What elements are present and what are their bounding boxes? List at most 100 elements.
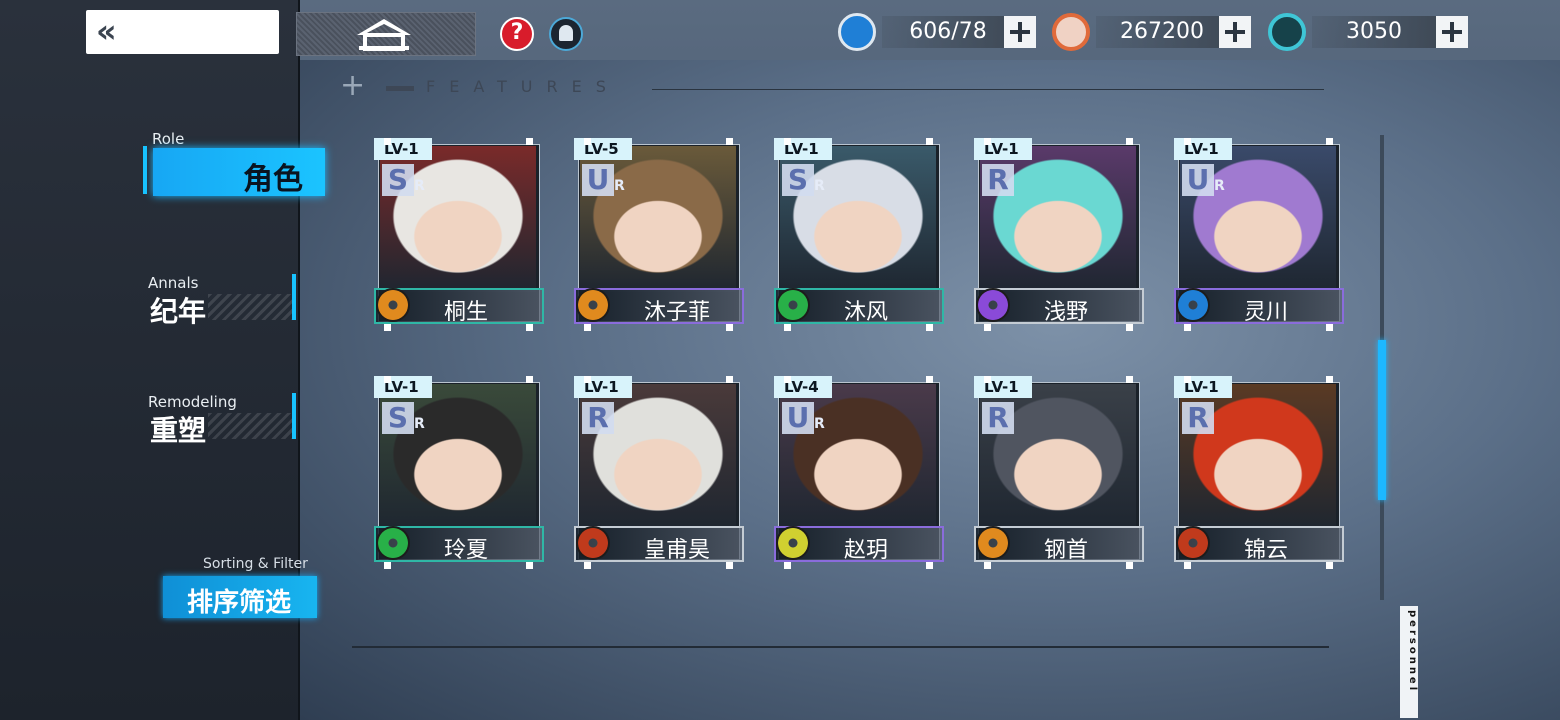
card-corner xyxy=(1326,562,1333,569)
level-badge: LV-5 xyxy=(574,138,632,160)
rarity-badge: U xyxy=(1182,164,1214,196)
character-card[interactable]: LV-4 U R 赵玥 xyxy=(774,376,944,569)
character-name: 玲夏 xyxy=(444,538,489,563)
card-corner xyxy=(726,376,733,383)
level-badge: LV-1 xyxy=(1174,138,1232,160)
sort-filter-label: Sorting & Filter xyxy=(203,556,308,572)
add-coin-button[interactable] xyxy=(1219,16,1251,48)
character-name: 沐风 xyxy=(844,300,889,325)
lightning-icon xyxy=(976,526,1010,560)
level-badge: LV-1 xyxy=(1174,376,1232,398)
card-corner xyxy=(584,324,591,331)
notification-bell-icon[interactable] xyxy=(549,17,583,51)
card-corner xyxy=(584,138,591,145)
level-badge: LV-1 xyxy=(974,376,1032,398)
character-name: 灵川 xyxy=(1244,300,1289,325)
level-badge: LV-1 xyxy=(574,376,632,398)
character-card[interactable]: LV-1 U R 灵川 xyxy=(1174,138,1344,331)
fire-icon xyxy=(1176,526,1210,560)
card-corner xyxy=(1126,562,1133,569)
nav-tab-role[interactable]: Role 角色 xyxy=(143,128,343,208)
card-corner xyxy=(1126,324,1133,331)
card-corner xyxy=(984,138,991,145)
card-corner xyxy=(1184,376,1191,383)
rarity-suffix: R xyxy=(1214,178,1225,194)
nav-tab-role-en: Role xyxy=(152,130,185,148)
rarity-suffix: R xyxy=(414,178,425,194)
stamina-value: 606/78 xyxy=(882,16,1014,48)
card-corner xyxy=(984,324,991,331)
card-corner xyxy=(1326,138,1333,145)
level-badge: LV-1 xyxy=(774,138,832,160)
rarity-badge: S xyxy=(382,164,414,196)
card-corner xyxy=(1126,376,1133,383)
tab-indicator xyxy=(292,274,296,320)
nav-tab-remodeling-cn: 重塑 xyxy=(150,414,207,447)
stamina-plus-icon xyxy=(838,13,876,51)
home-button[interactable] xyxy=(296,12,476,56)
rarity-badge: U xyxy=(782,402,814,434)
character-card[interactable]: LV-1 S R 沐风 xyxy=(774,138,944,331)
crosshair-icon: + xyxy=(340,68,366,103)
lightning-icon xyxy=(576,288,610,322)
nav-tab-annals[interactable]: Annals 纪年 xyxy=(148,274,298,334)
crystal-value: 3050 xyxy=(1312,16,1436,48)
character-name: 沐子菲 xyxy=(644,300,711,325)
features-title: FEATURES xyxy=(426,77,620,96)
card-corner xyxy=(1184,138,1191,145)
card-corner xyxy=(926,562,933,569)
tab-hatch xyxy=(208,294,292,320)
scrollbar[interactable] xyxy=(1378,135,1386,600)
rarity-badge: S xyxy=(782,164,814,196)
rarity-badge: R xyxy=(582,402,614,434)
character-name: 桐生 xyxy=(444,300,489,325)
top-bar: « ? 606/78 267200 3050 xyxy=(0,0,1560,62)
character-name: 锦云 xyxy=(1244,538,1289,563)
sort-filter-button-label: 排序筛选 xyxy=(187,588,292,618)
character-card[interactable]: LV-1 R 皇甫昊 xyxy=(574,376,744,569)
character-card[interactable]: LV-1 S R 玲夏 xyxy=(374,376,544,569)
card-corner xyxy=(384,562,391,569)
light-icon xyxy=(776,526,810,560)
fire-icon xyxy=(576,526,610,560)
level-badge: LV-1 xyxy=(974,138,1032,160)
add-crystal-button[interactable] xyxy=(1436,16,1468,48)
card-corner xyxy=(926,324,933,331)
lightning-icon xyxy=(376,288,410,322)
rarity-suffix: R xyxy=(414,416,425,432)
active-indicator xyxy=(143,146,147,194)
sort-filter-button[interactable]: 排序筛选 xyxy=(163,576,317,618)
card-corner xyxy=(984,376,991,383)
scrollbar-thumb[interactable] xyxy=(1378,340,1386,500)
divider xyxy=(386,86,414,91)
nav-tab-role-cn: 角色 xyxy=(243,162,303,197)
card-corner xyxy=(384,376,391,383)
nav-tab-remodeling[interactable]: Remodeling 重塑 xyxy=(148,393,298,453)
character-card[interactable]: LV-5 U R 沐子菲 xyxy=(574,138,744,331)
help-icon[interactable]: ? xyxy=(500,17,534,51)
card-corner xyxy=(784,376,791,383)
character-card[interactable]: LV-1 R 钢首 xyxy=(974,376,1144,569)
character-name: 皇甫昊 xyxy=(644,538,711,563)
card-corner xyxy=(784,324,791,331)
level-badge: LV-1 xyxy=(374,376,432,398)
star-icon xyxy=(976,288,1010,322)
add-stamina-button[interactable] xyxy=(1004,16,1036,48)
card-corner xyxy=(526,138,533,145)
rarity-badge: R xyxy=(982,402,1014,434)
wind-icon xyxy=(776,288,810,322)
wind-icon xyxy=(376,526,410,560)
water-icon xyxy=(1176,288,1210,322)
card-corner xyxy=(1184,562,1191,569)
card-corner xyxy=(384,324,391,331)
character-card[interactable]: LV-1 S R 桐生 xyxy=(374,138,544,331)
divider xyxy=(352,646,1329,648)
card-corner xyxy=(1326,324,1333,331)
features-header: + FEATURES xyxy=(340,68,1330,104)
character-card[interactable]: LV-1 R 锦云 xyxy=(1174,376,1344,569)
character-card[interactable]: LV-1 R 浅野 xyxy=(974,138,1144,331)
card-corner xyxy=(584,562,591,569)
back-button[interactable]: « xyxy=(86,10,279,54)
rarity-suffix: R xyxy=(814,416,825,432)
card-corner xyxy=(984,562,991,569)
